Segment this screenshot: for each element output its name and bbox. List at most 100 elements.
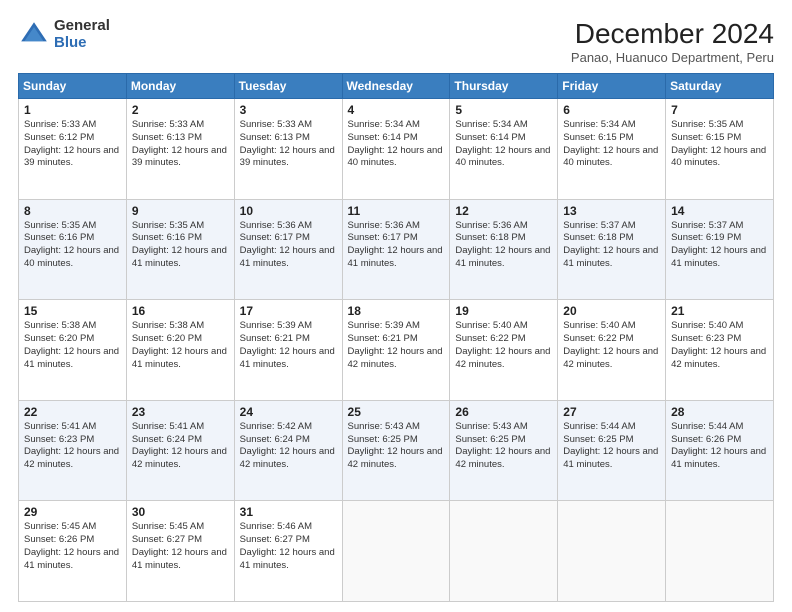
calendar-cell: 1Sunrise: 5:33 AM Sunset: 6:12 PM Daylig… [19,99,127,200]
page-title: December 2024 [571,18,774,50]
col-saturday: Saturday [666,74,774,99]
calendar-cell: 25Sunrise: 5:43 AM Sunset: 6:25 PM Dayli… [342,400,450,501]
logo: General Blue [18,18,110,51]
day-detail: Sunrise: 5:34 AM Sunset: 6:14 PM Dayligh… [348,119,445,170]
day-detail: Sunrise: 5:41 AM Sunset: 6:23 PM Dayligh… [24,421,121,472]
day-detail: Sunrise: 5:33 AM Sunset: 6:13 PM Dayligh… [132,119,229,170]
day-detail: Sunrise: 5:36 AM Sunset: 6:18 PM Dayligh… [455,220,552,271]
day-number: 7 [671,103,768,117]
day-detail: Sunrise: 5:35 AM Sunset: 6:15 PM Dayligh… [671,119,768,170]
calendar-cell: 20 Sunrise: 5:40 AM Sunset: 6:22 PM Dayli… [558,300,666,401]
calendar-week-5: 29 Sunrise: 5:45 AM Sunset: 6:26 PM Dayli… [19,501,774,602]
calendar-cell: 22 Sunrise: 5:41 AM Sunset: 6:23 PM Dayli… [19,400,127,501]
day-number: 15 [24,304,121,318]
day-detail: Sunrise: 5:39 AM Sunset: 6:21 PM Dayligh… [348,320,445,371]
calendar-cell: 11 Sunrise: 5:36 AM Sunset: 6:17 PM Dayli… [342,199,450,300]
day-number: 17 [240,304,337,318]
day-number: 5 [455,103,552,117]
col-wednesday: Wednesday [342,74,450,99]
calendar-cell: 14 Sunrise: 5:37 AM Sunset: 6:19 PM Dayli… [666,199,774,300]
day-number: 11 [348,204,445,218]
day-detail: Sunrise: 5:39 AM Sunset: 6:21 PM Dayligh… [240,320,337,371]
calendar-cell: 15Sunrise: 5:38 AM Sunset: 6:20 PM Dayli… [19,300,127,401]
calendar-cell: 6 Sunrise: 5:34 AM Sunset: 6:15 PM Daylig… [558,99,666,200]
day-detail: Sunrise: 5:40 AM Sunset: 6:22 PM Dayligh… [563,320,660,371]
calendar-cell: 12Sunrise: 5:36 AM Sunset: 6:18 PM Dayli… [450,199,558,300]
calendar-week-4: 22 Sunrise: 5:41 AM Sunset: 6:23 PM Dayli… [19,400,774,501]
col-thursday: Thursday [450,74,558,99]
day-number: 31 [240,505,337,519]
calendar-table: Sunday Monday Tuesday Wednesday Thursday… [18,73,774,602]
day-number: 30 [132,505,229,519]
calendar-week-1: 1Sunrise: 5:33 AM Sunset: 6:12 PM Daylig… [19,99,774,200]
day-detail: Sunrise: 5:36 AM Sunset: 6:17 PM Dayligh… [240,220,337,271]
col-sunday: Sunday [19,74,127,99]
day-detail: Sunrise: 5:40 AM Sunset: 6:22 PM Dayligh… [455,320,552,371]
calendar-cell [450,501,558,602]
calendar-cell: 19Sunrise: 5:40 AM Sunset: 6:22 PM Dayli… [450,300,558,401]
day-number: 29 [24,505,121,519]
day-number: 22 [24,405,121,419]
day-detail: Sunrise: 5:44 AM Sunset: 6:25 PM Dayligh… [563,421,660,472]
day-number: 1 [24,103,121,117]
day-detail: Sunrise: 5:43 AM Sunset: 6:25 PM Dayligh… [455,421,552,472]
calendar-cell: 26 Sunrise: 5:43 AM Sunset: 6:25 PM Dayli… [450,400,558,501]
day-detail: Sunrise: 5:35 AM Sunset: 6:16 PM Dayligh… [132,220,229,271]
day-number: 13 [563,204,660,218]
day-detail: Sunrise: 5:44 AM Sunset: 6:26 PM Dayligh… [671,421,768,472]
day-number: 14 [671,204,768,218]
calendar-header-row: Sunday Monday Tuesday Wednesday Thursday… [19,74,774,99]
logo-general-label: General [54,18,110,35]
logo-icon [18,19,50,51]
calendar-cell: 8Sunrise: 5:35 AM Sunset: 6:16 PM Daylig… [19,199,127,300]
calendar-cell: 18 Sunrise: 5:39 AM Sunset: 6:21 PM Dayli… [342,300,450,401]
day-detail: Sunrise: 5:34 AM Sunset: 6:14 PM Dayligh… [455,119,552,170]
day-detail: Sunrise: 5:37 AM Sunset: 6:19 PM Dayligh… [671,220,768,271]
day-number: 8 [24,204,121,218]
col-tuesday: Tuesday [234,74,342,99]
day-number: 18 [348,304,445,318]
day-number: 28 [671,405,768,419]
header: General Blue December 2024 Panao, Huanuc… [18,18,774,65]
day-detail: Sunrise: 5:34 AM Sunset: 6:15 PM Dayligh… [563,119,660,170]
day-number: 6 [563,103,660,117]
day-detail: Sunrise: 5:45 AM Sunset: 6:27 PM Dayligh… [132,521,229,572]
calendar-cell: 7 Sunrise: 5:35 AM Sunset: 6:15 PM Daylig… [666,99,774,200]
col-monday: Monday [126,74,234,99]
calendar-cell [342,501,450,602]
title-section: December 2024 Panao, Huanuco Department,… [571,18,774,65]
calendar-cell: 16Sunrise: 5:38 AM Sunset: 6:20 PM Dayli… [126,300,234,401]
calendar-cell: 31 Sunrise: 5:46 AM Sunset: 6:27 PM Dayli… [234,501,342,602]
day-number: 9 [132,204,229,218]
day-detail: Sunrise: 5:41 AM Sunset: 6:24 PM Dayligh… [132,421,229,472]
calendar-cell: 23 Sunrise: 5:41 AM Sunset: 6:24 PM Dayli… [126,400,234,501]
day-number: 3 [240,103,337,117]
calendar-week-2: 8 Sunrise: 5:35 AM Sunset: 6:16 PM Daylig… [19,199,774,300]
day-number: 16 [132,304,229,318]
calendar-cell: 17 Sunrise: 5:39 AM Sunset: 6:21 PM Dayli… [234,300,342,401]
logo-text: General Blue [54,18,110,51]
day-detail: Sunrise: 5:36 AM Sunset: 6:17 PM Dayligh… [348,220,445,271]
day-number: 24 [240,405,337,419]
calendar-cell: 5 Sunrise: 5:34 AM Sunset: 6:14 PM Daylig… [450,99,558,200]
col-friday: Friday [558,74,666,99]
day-detail: Sunrise: 5:40 AM Sunset: 6:23 PM Dayligh… [671,320,768,371]
day-detail: Sunrise: 5:46 AM Sunset: 6:27 PM Dayligh… [240,521,337,572]
day-number: 21 [671,304,768,318]
day-number: 26 [455,405,552,419]
page: General Blue December 2024 Panao, Huanuc… [0,0,792,612]
day-number: 27 [563,405,660,419]
calendar-cell: 24 Sunrise: 5:42 AM Sunset: 6:24 PM Dayli… [234,400,342,501]
day-detail: Sunrise: 5:45 AM Sunset: 6:26 PM Dayligh… [24,521,121,572]
calendar-cell: 9 Sunrise: 5:35 AM Sunset: 6:16 PM Daylig… [126,199,234,300]
subtitle: Panao, Huanuco Department, Peru [571,50,774,65]
day-number: 25 [348,405,445,419]
calendar-cell: 3Sunrise: 5:33 AM Sunset: 6:13 PM Daylig… [234,99,342,200]
day-detail: Sunrise: 5:42 AM Sunset: 6:24 PM Dayligh… [240,421,337,472]
day-number: 20 [563,304,660,318]
calendar-cell: 29 Sunrise: 5:45 AM Sunset: 6:26 PM Dayli… [19,501,127,602]
calendar-week-3: 15Sunrise: 5:38 AM Sunset: 6:20 PM Dayli… [19,300,774,401]
calendar-cell: 27 Sunrise: 5:44 AM Sunset: 6:25 PM Dayli… [558,400,666,501]
day-number: 23 [132,405,229,419]
day-number: 2 [132,103,229,117]
